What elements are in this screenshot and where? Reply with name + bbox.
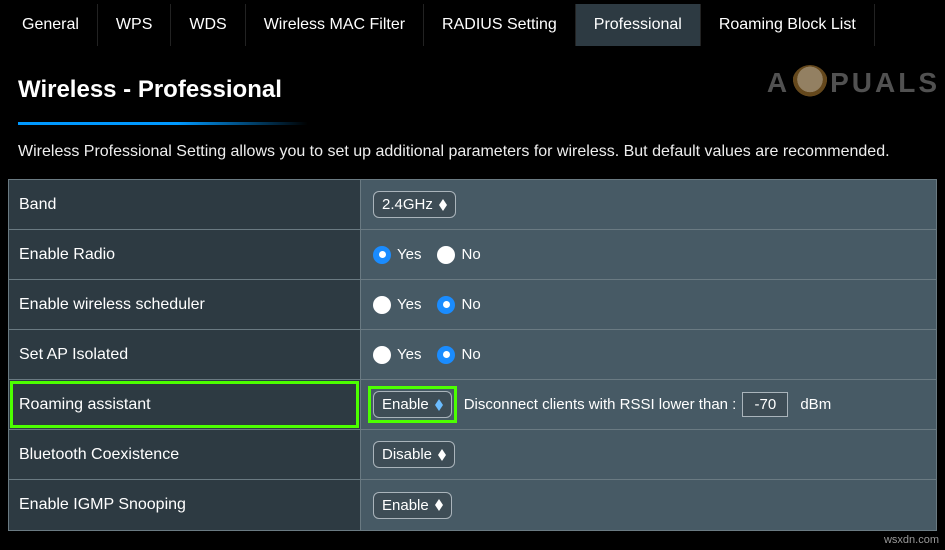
radio-enable-radio-yes[interactable] bbox=[373, 246, 391, 264]
tab-roaming-block[interactable]: Roaming Block List bbox=[701, 4, 875, 46]
band-select-value: 2.4GHz bbox=[382, 196, 433, 213]
page-description: Wireless Professional Setting allows you… bbox=[0, 143, 945, 179]
cell-roaming: Enable Disconnect clients with RSSI lowe… bbox=[361, 380, 936, 429]
cell-bluetooth: Disable bbox=[361, 430, 936, 479]
updown-icon bbox=[439, 199, 447, 211]
row-ap-isolated: Set AP Isolated Yes No bbox=[9, 330, 936, 380]
mascot-icon bbox=[792, 65, 828, 101]
cell-band: 2.4GHz bbox=[361, 180, 936, 229]
cell-scheduler: Yes No bbox=[361, 280, 936, 329]
tab-bar: General WPS WDS Wireless MAC Filter RADI… bbox=[0, 0, 945, 46]
bluetooth-select[interactable]: Disable bbox=[373, 441, 455, 468]
cell-enable-radio: Yes No bbox=[361, 230, 936, 279]
footer-watermark: wsxdn.com bbox=[884, 534, 939, 546]
watermark-prefix: A bbox=[767, 67, 790, 99]
row-bluetooth: Bluetooth Coexistence Disable bbox=[9, 430, 936, 480]
igmp-select-value: Enable bbox=[382, 497, 429, 514]
roaming-extra-text: Disconnect clients with RSSI lower than … bbox=[464, 396, 737, 413]
row-roaming-assistant: Roaming assistant Enable Disconnect clie… bbox=[9, 380, 936, 430]
watermark-logo: A PUALS bbox=[767, 65, 940, 101]
label-yes: Yes bbox=[397, 246, 421, 263]
row-igmp: Enable IGMP Snooping Enable bbox=[9, 480, 936, 530]
cell-igmp: Enable bbox=[361, 480, 936, 530]
bluetooth-select-value: Disable bbox=[382, 446, 432, 463]
cell-ap-isolated: Yes No bbox=[361, 330, 936, 379]
label-enable-radio: Enable Radio bbox=[9, 230, 361, 279]
roaming-select-value: Enable bbox=[382, 396, 429, 413]
band-select[interactable]: 2.4GHz bbox=[373, 191, 456, 218]
row-band: Band 2.4GHz bbox=[9, 180, 936, 230]
settings-table: Band 2.4GHz Enable Radio Yes No Enable w… bbox=[8, 179, 937, 531]
roaming-select[interactable]: Enable bbox=[373, 391, 452, 418]
radio-scheduler-no[interactable] bbox=[437, 296, 455, 314]
label-bluetooth: Bluetooth Coexistence bbox=[9, 430, 361, 479]
updown-icon bbox=[435, 399, 443, 411]
tab-wps[interactable]: WPS bbox=[98, 4, 171, 46]
title-divider bbox=[18, 122, 308, 125]
radio-ap-isolated-no[interactable] bbox=[437, 346, 455, 364]
label-yes: Yes bbox=[397, 346, 421, 363]
updown-icon bbox=[438, 449, 446, 461]
label-roaming: Roaming assistant bbox=[9, 380, 361, 429]
rssi-unit: dBm bbox=[800, 396, 831, 413]
label-yes: Yes bbox=[397, 296, 421, 313]
tab-mac-filter[interactable]: Wireless MAC Filter bbox=[246, 4, 424, 46]
label-scheduler: Enable wireless scheduler bbox=[9, 280, 361, 329]
label-no: No bbox=[461, 296, 480, 313]
radio-enable-radio-no[interactable] bbox=[437, 246, 455, 264]
label-no: No bbox=[461, 246, 480, 263]
tab-professional[interactable]: Professional bbox=[576, 4, 701, 46]
radio-scheduler-yes[interactable] bbox=[373, 296, 391, 314]
tab-wds[interactable]: WDS bbox=[171, 4, 245, 46]
radio-ap-isolated-yes[interactable] bbox=[373, 346, 391, 364]
label-igmp: Enable IGMP Snooping bbox=[9, 480, 361, 530]
rssi-input[interactable] bbox=[742, 392, 788, 417]
label-band: Band bbox=[9, 180, 361, 229]
watermark-suffix: PUALS bbox=[830, 67, 940, 99]
updown-icon bbox=[435, 499, 443, 511]
tab-general[interactable]: General bbox=[4, 4, 98, 46]
label-no: No bbox=[461, 346, 480, 363]
igmp-select[interactable]: Enable bbox=[373, 492, 452, 519]
row-scheduler: Enable wireless scheduler Yes No bbox=[9, 280, 936, 330]
row-enable-radio: Enable Radio Yes No bbox=[9, 230, 936, 280]
tab-radius[interactable]: RADIUS Setting bbox=[424, 4, 576, 46]
label-ap-isolated: Set AP Isolated bbox=[9, 330, 361, 379]
